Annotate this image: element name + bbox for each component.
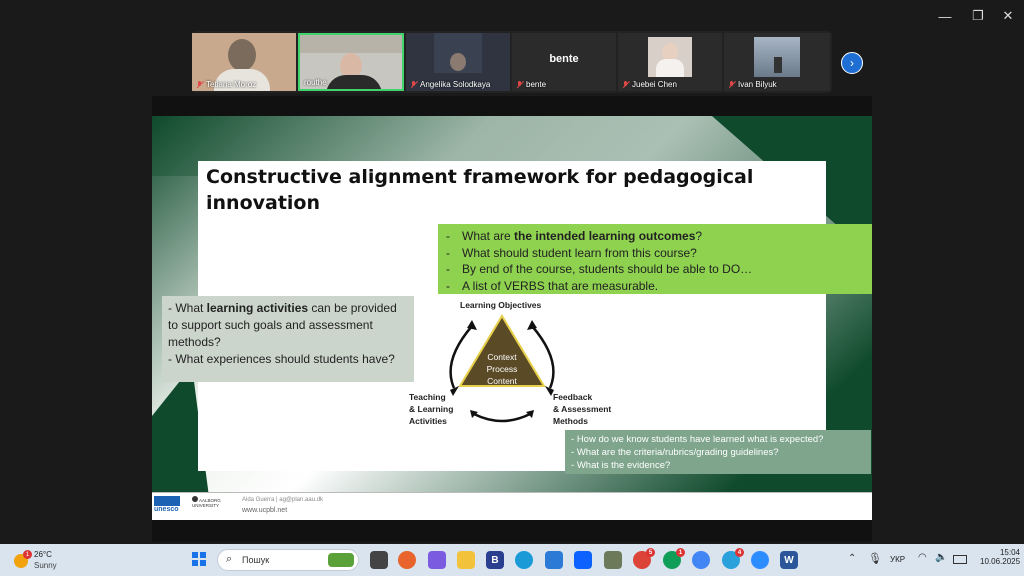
slide-footer: unesco AALBORG UNIVERSITY Aida Guerra | …	[152, 492, 872, 520]
weather-badge: 1	[23, 550, 32, 559]
participant-face	[450, 53, 466, 71]
assessment-item: How do we know students have learned wha…	[571, 433, 871, 446]
dropbox-icon[interactable]	[574, 551, 592, 569]
telegram-icon[interactable]: 4	[722, 548, 744, 569]
chrome-alt-icon[interactable]	[692, 551, 710, 569]
unesco-logo: unesco	[154, 496, 180, 518]
next-participants-button[interactable]: ›	[841, 52, 863, 74]
slide-title-box: Constructive alignment framework for ped…	[198, 161, 826, 221]
participant-tile[interactable]: Juebei Chen	[618, 33, 722, 91]
tray-chevron-icon[interactable]: ⌃	[848, 553, 856, 564]
assessment-item: What are the criteria/rubrics/grading gu…	[571, 446, 871, 459]
aalborg-logo: AALBORG UNIVERSITY	[192, 496, 221, 508]
restore-button[interactable]: ❐	[966, 8, 990, 24]
word-icon[interactable]: W	[780, 551, 798, 569]
taskbar: 1 26°C Sunny ⌕ Пошук B 5 1 4 W ⌃ 🎙 УКР ◠…	[0, 544, 1024, 576]
copilot-icon[interactable]	[428, 551, 446, 569]
participant-name: Angelika Solodkaya	[410, 80, 490, 89]
participant-name: bente	[516, 80, 546, 89]
assessment-item: What is the evidence?	[571, 459, 871, 472]
learning-outcomes-box: What are the intended learning outcomes?…	[438, 224, 872, 294]
store-icon[interactable]	[545, 551, 563, 569]
search-icon: ⌕	[226, 553, 233, 565]
battery-icon[interactable]	[953, 555, 967, 564]
start-button[interactable]	[192, 552, 206, 566]
slide-title: Constructive alignment framework for ped…	[206, 166, 754, 214]
clock[interactable]: 15:04 10.06.2025	[980, 548, 1020, 566]
participant-body	[326, 75, 382, 89]
aalborg-icon	[192, 496, 198, 502]
participant-avatar-text: bente	[549, 53, 579, 65]
notes-app-icon[interactable]	[604, 551, 622, 569]
firefox-icon[interactable]	[398, 551, 416, 569]
taskbar-search[interactable]: ⌕ Пошук	[217, 549, 359, 571]
mic-off-icon	[622, 80, 629, 89]
diagram-left-label: Teaching & Learning Activities	[409, 392, 454, 426]
footer-url[interactable]: www.ucpbl.net	[242, 507, 287, 514]
participant-name: routhe	[304, 78, 327, 87]
diagram-top-label: Learning Objectives	[460, 300, 542, 310]
close-button[interactable]: ✕	[996, 8, 1020, 24]
participant-name: Ivan Bilyuk	[728, 80, 777, 89]
shared-slide: Constructive alignment framework for ped…	[152, 116, 872, 520]
volume-icon[interactable]: 🔈	[935, 552, 947, 563]
clock-time: 15:04	[999, 548, 1020, 557]
b-app-icon[interactable]: B	[486, 551, 504, 569]
weather-desc: Sunny	[34, 561, 57, 570]
microphone-icon[interactable]: 🎙	[868, 552, 882, 565]
slide-top-margin	[152, 96, 872, 116]
participant-tile-active[interactable]: routhe	[298, 33, 404, 91]
chevron-right-icon: ›	[850, 56, 854, 70]
diagram-right-label: Feedback & Assessment Methods	[553, 392, 612, 426]
task-view-icon[interactable]	[370, 551, 388, 569]
participant-name: Tetiana Moroz	[196, 80, 256, 89]
mic-off-icon	[410, 80, 417, 89]
ceiling	[300, 35, 402, 53]
minimize-button[interactable]: —	[933, 8, 957, 24]
participant-tile[interactable]: Angelika Solodkaya	[406, 33, 510, 91]
outcome-item: By end of the course, students should be…	[446, 261, 872, 278]
activities-line: - What learning activities can be provid…	[168, 301, 397, 349]
participant-name: Juebei Chen	[622, 80, 677, 89]
language-indicator[interactable]: УКР	[890, 555, 905, 564]
edge-icon[interactable]	[515, 551, 533, 569]
chrome-icon[interactable]: 5	[633, 548, 655, 569]
participant-body	[656, 59, 684, 77]
participant-face	[228, 39, 256, 71]
assessment-box: How do we know students have learned wha…	[565, 430, 871, 474]
mic-off-icon	[196, 80, 203, 89]
mic-off-icon	[516, 80, 523, 89]
activities-line: - What experiences should students have?	[168, 352, 395, 366]
arrow-bottom	[473, 412, 531, 423]
participant-strip: Tetiana Moroz routhe Angelika Solodkaya …	[192, 31, 832, 93]
outcome-item: What are the intended learning outcomes?	[446, 228, 872, 245]
participant-silhouette	[774, 57, 782, 73]
zoom-icon[interactable]	[751, 551, 769, 569]
file-explorer-icon[interactable]	[457, 551, 475, 569]
search-placeholder: Пошук	[242, 555, 270, 565]
participant-tile[interactable]: bente bente	[512, 33, 616, 91]
outcome-item: A list of VERBS that are measurable.	[446, 278, 872, 295]
participant-tile[interactable]: Ivan Bilyuk	[724, 33, 830, 91]
wifi-icon[interactable]: ◠	[918, 552, 927, 563]
slide-bottom-margin	[152, 520, 872, 542]
chrome-profile-icon[interactable]: 1	[663, 548, 685, 569]
participant-tile[interactable]: Tetiana Moroz	[192, 33, 296, 91]
learning-activities-box: - What learning activities can be provid…	[162, 296, 414, 382]
diagram-center-text: Context Process Content	[486, 352, 518, 386]
mic-off-icon	[728, 80, 735, 89]
weather-temp: 26°C	[34, 550, 52, 559]
outcome-item: What should student learn from this cour…	[446, 245, 872, 262]
search-highlight-icon	[328, 553, 354, 567]
footer-author: Aida Guerra | ag@plan.aau.dk	[242, 497, 324, 503]
weather-widget[interactable]: 1 26°C Sunny	[10, 550, 90, 572]
clock-date: 10.06.2025	[980, 557, 1021, 566]
